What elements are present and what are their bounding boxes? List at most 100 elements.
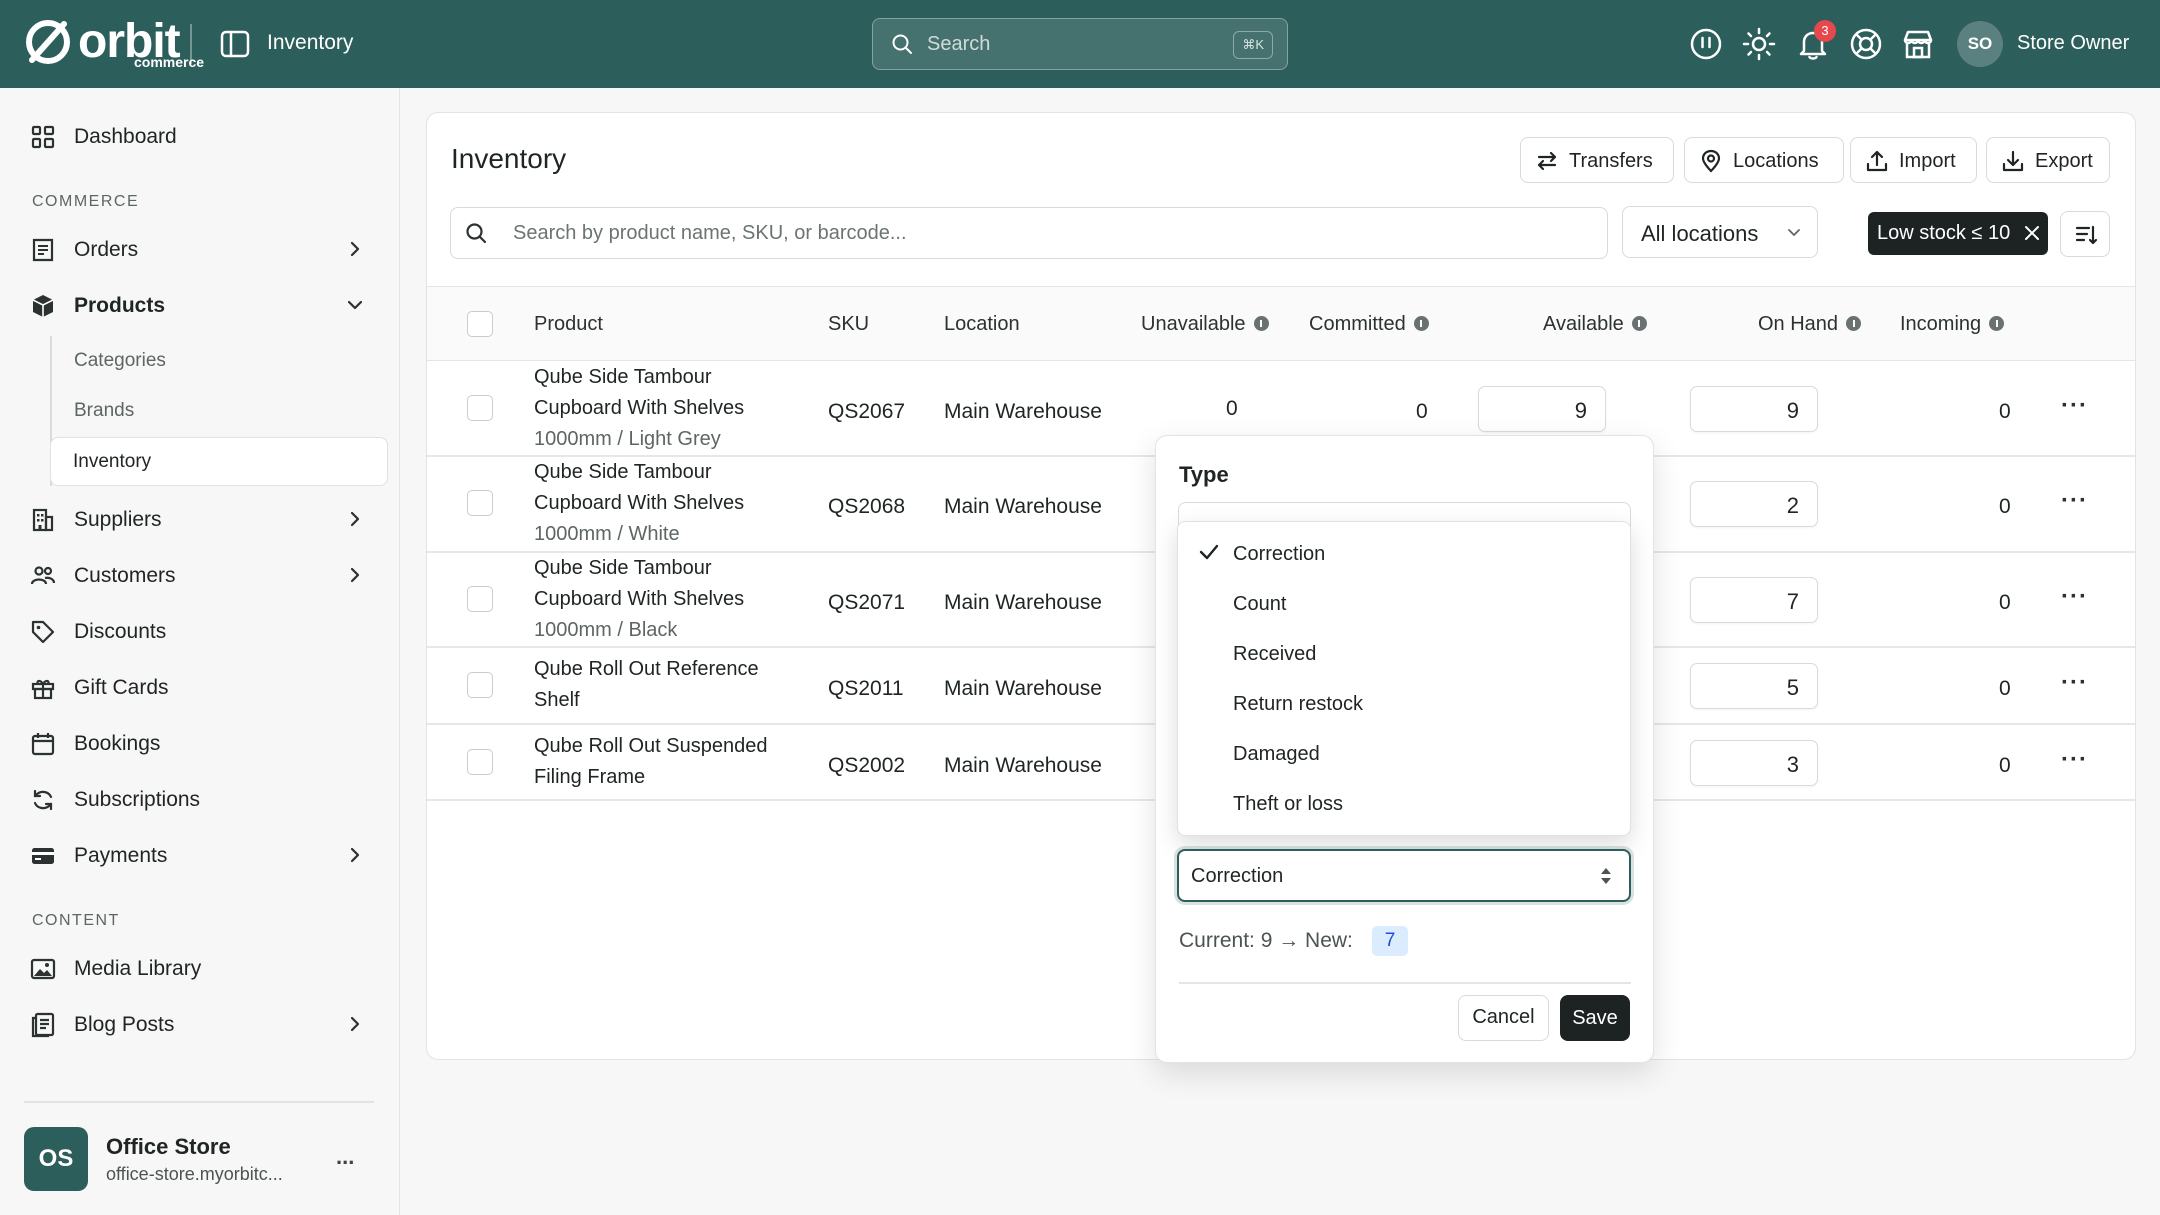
sun-icon[interactable] [1741, 26, 1777, 62]
export-button[interactable]: Export [1986, 137, 2110, 183]
on-hand-value: 5 [1786, 675, 1799, 700]
close-icon[interactable] [2023, 224, 2041, 242]
sidebar-item-suppliers[interactable]: Suppliers [30, 499, 375, 539]
header-incoming[interactable]: Incoming [1900, 313, 2005, 336]
table-row-product[interactable]: Qube Side Tambour Cupboard With Shelves … [534, 457, 794, 550]
row-more-button[interactable]: ··· [2061, 392, 2088, 420]
type-option-received[interactable]: Received [1233, 643, 1316, 666]
table-row-product[interactable]: Qube Side Tambour Cupboard With Shelves … [534, 362, 794, 455]
row-more-button[interactable]: ··· [2061, 583, 2088, 611]
row-checkbox[interactable] [467, 749, 493, 775]
global-search[interactable]: Search ⌘K [872, 18, 1288, 70]
info-icon[interactable] [1253, 316, 1269, 331]
sidebar-item-dashboard[interactable]: Dashboard [30, 116, 375, 156]
locations-button[interactable]: Locations [1684, 137, 1844, 183]
header-unavailable[interactable]: Unavailable [1141, 313, 1269, 336]
sidebar-toggle-icon[interactable] [220, 30, 250, 58]
table-row-product[interactable]: Qube Roll Out Suspended Filing Frame [534, 731, 794, 793]
sidebar-item-payments[interactable]: Payments [30, 835, 375, 875]
product-variant: 1000mm / Light Grey [534, 428, 721, 450]
row-checkbox[interactable] [467, 586, 493, 612]
sidebar-item-products[interactable]: Products [30, 285, 375, 325]
product-name-line: Qube Roll Out Suspended [534, 735, 768, 757]
on-hand-input[interactable]: 5 [1690, 663, 1818, 709]
info-icon[interactable] [1631, 316, 1647, 331]
on-hand-input[interactable]: 9 [1690, 386, 1818, 432]
on-hand-input[interactable]: 2 [1690, 481, 1818, 527]
cell-sku: QS2002 [828, 754, 906, 777]
info-icon[interactable] [1846, 316, 1862, 331]
store-avatar[interactable]: OS [24, 1127, 88, 1191]
sidebar-subitem-brands[interactable]: Brands [74, 400, 134, 422]
low-stock-filter-chip[interactable]: Low stock ≤ 10 [1868, 212, 2048, 255]
sidebar-item-orders[interactable]: Orders [30, 229, 375, 269]
sidebar-subitem-categories[interactable]: Categories [74, 350, 166, 372]
header-committed[interactable]: Committed [1309, 313, 1429, 336]
header-product[interactable]: Product [534, 313, 603, 336]
transfers-button[interactable]: Transfers [1520, 137, 1674, 183]
row-checkbox[interactable] [467, 672, 493, 698]
section-label-content: CONTENT [32, 912, 120, 929]
cell-incoming: 0 [1999, 677, 2011, 700]
save-button[interactable]: Save [1560, 995, 1630, 1041]
row-more-button[interactable]: ··· [2061, 746, 2088, 774]
store-icon[interactable] [1900, 26, 1936, 62]
sidebar-item-gift-cards[interactable]: Gift Cards [30, 667, 375, 707]
type-option-correction[interactable]: Correction [1233, 543, 1325, 566]
info-icon[interactable] [1989, 316, 2005, 331]
info-icon[interactable] [1413, 316, 1429, 331]
chevron-down-icon [347, 300, 363, 310]
type-select[interactable]: Correction [1177, 849, 1631, 902]
select-all-checkbox[interactable] [467, 311, 493, 337]
store-name[interactable]: Office Store [106, 1134, 231, 1160]
building-icon [32, 508, 54, 532]
sidebar-item-media-library[interactable]: Media Library [30, 948, 375, 988]
help-icon[interactable] [1848, 26, 1884, 62]
row-more-button[interactable]: ··· [2061, 487, 2088, 515]
cancel-button[interactable]: Cancel [1458, 995, 1549, 1041]
cell-incoming: 0 [1999, 591, 2011, 614]
row-checkbox[interactable] [467, 395, 493, 421]
header-location[interactable]: Location [944, 313, 1020, 336]
sidebar-item-customers[interactable]: Customers [30, 555, 375, 595]
on-hand-input[interactable]: 3 [1690, 740, 1818, 786]
credit-card-icon [32, 848, 54, 864]
header-available[interactable]: Available [1543, 313, 1647, 336]
type-option-theft-or-loss[interactable]: Theft or loss [1233, 793, 1343, 816]
store-url: office-store.myorbitc... [106, 1164, 283, 1184]
on-hand-input[interactable]: 7 [1690, 577, 1818, 623]
sort-button[interactable] [2060, 211, 2110, 257]
pause-icon[interactable] [1688, 26, 1724, 62]
chevron-right-icon [350, 847, 360, 863]
user-name[interactable]: Store Owner [2017, 32, 2129, 55]
brand-logo[interactable]: orbit commerce [24, 15, 204, 72]
row-more-button[interactable]: ··· [2061, 669, 2088, 697]
table-row-product[interactable]: Qube Roll Out Reference Shelf [534, 654, 794, 716]
sidebar-item-subscriptions[interactable]: Subscriptions [30, 779, 375, 819]
header-on-hand[interactable]: On Hand [1758, 313, 1862, 336]
available-input[interactable]: 9 [1478, 386, 1606, 432]
table-row-product[interactable]: Qube Side Tambour Cupboard With Shelves … [534, 553, 794, 646]
product-search-input[interactable]: Search by product name, SKU, or barcode.… [450, 207, 1608, 259]
sidebar-item-bookings[interactable]: Bookings [30, 723, 375, 763]
sidebar-item-discounts[interactable]: Discounts [30, 611, 375, 651]
type-option-damaged[interactable]: Damaged [1233, 743, 1320, 766]
top-bar: orbit commerce Inventory Search ⌘K 3 SO … [0, 0, 2160, 88]
header-sku[interactable]: SKU [828, 313, 869, 336]
location-filter-select[interactable]: All locations [1622, 206, 1818, 258]
store-menu-button[interactable]: ... [336, 1144, 354, 1170]
row-checkbox[interactable] [467, 490, 493, 516]
type-option-return-restock[interactable]: Return restock [1233, 693, 1363, 716]
import-label: Import [1899, 150, 1956, 172]
page-title: Inventory [451, 143, 567, 174]
user-avatar[interactable]: SO [1957, 21, 2003, 67]
type-option-count[interactable]: Count [1233, 593, 1286, 616]
download-icon [2002, 150, 2024, 172]
orders-icon [32, 238, 54, 262]
low-stock-filter-label: Low stock ≤ 10 [1877, 222, 2011, 244]
import-button[interactable]: Import [1850, 137, 1977, 183]
top-divider [190, 24, 192, 64]
sidebar-item-blog-posts[interactable]: Blog Posts [30, 1004, 375, 1044]
sidebar-subitem-inventory[interactable]: Inventory [50, 437, 388, 486]
users-icon [30, 566, 56, 585]
